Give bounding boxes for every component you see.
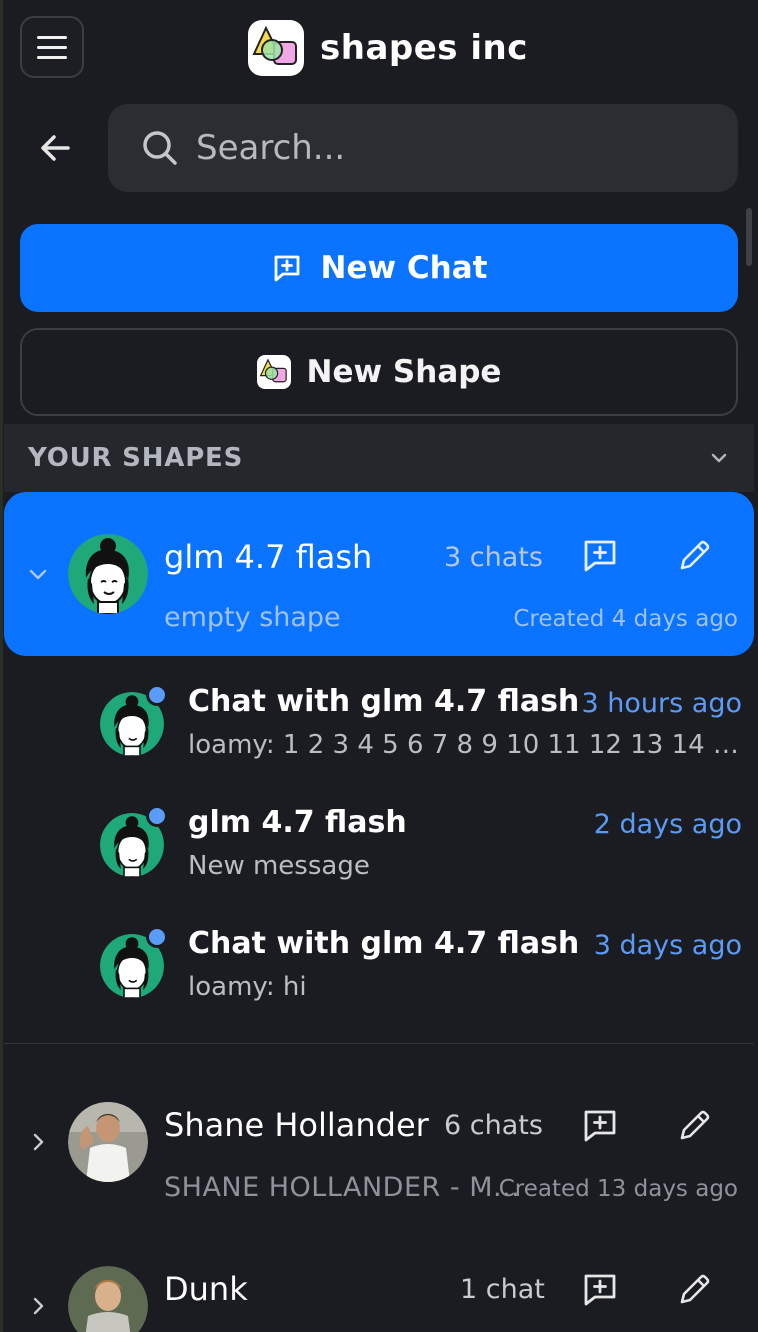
new-chat-button[interactable]: New Chat	[20, 224, 738, 312]
avatar	[68, 1266, 148, 1332]
shape-description: SHANE HOLLANDER - M...	[164, 1172, 521, 1203]
shapes-logo-icon	[256, 355, 291, 389]
chevron-down-icon[interactable]	[24, 560, 52, 588]
shape-row-glm-4-7-flash[interactable]: glm 4.7 flash 3 chats empty shape Create…	[4, 492, 754, 656]
search-bar[interactable]	[108, 104, 738, 192]
new-shape-label: New Shape	[306, 354, 502, 390]
chat-time: 3 hours ago	[581, 688, 742, 719]
unread-indicator	[146, 805, 168, 827]
pencil-icon[interactable]	[674, 1106, 714, 1146]
window-edge	[0, 0, 3, 1332]
new-shape-button[interactable]: New Shape	[20, 328, 738, 416]
pencil-icon[interactable]	[674, 1270, 714, 1310]
shape-name: glm 4.7 flash	[164, 538, 373, 576]
message-plus-icon	[274, 255, 299, 282]
chat-count: 3 chats	[444, 542, 543, 573]
back-button[interactable]	[34, 126, 78, 170]
shapes-logo-icon	[248, 20, 304, 76]
search-icon	[143, 131, 177, 165]
brand-name: shapes inc	[320, 28, 528, 68]
chat-title: glm 4.7 flash	[188, 805, 407, 840]
new-chat-label: New Chat	[320, 250, 488, 286]
message-plus-icon[interactable]	[580, 536, 620, 576]
section-title: YOUR SHAPES	[28, 443, 244, 473]
your-shapes-header[interactable]: YOUR SHAPES	[4, 424, 754, 492]
chat-count: 6 chats	[444, 1110, 543, 1141]
unread-indicator	[146, 684, 168, 706]
chat-preview: New message	[188, 851, 370, 881]
avatar	[68, 1102, 148, 1182]
menu-button[interactable]	[20, 16, 84, 78]
shape-name: Shane Hollander	[164, 1106, 429, 1144]
created-date: Created 4 days ago	[513, 606, 738, 632]
shape-description: empty shape	[164, 602, 341, 633]
chat-time: 3 days ago	[593, 930, 742, 961]
shape-row-dunk[interactable]: Dunk 1 chat	[4, 1226, 754, 1332]
chat-list-item[interactable]: Chat with glm 4.7 flash 3 days ago loamy…	[96, 918, 742, 1018]
chat-list-item[interactable]: Chat with glm 4.7 flash 3 hours ago loam…	[96, 676, 742, 776]
unread-indicator	[146, 926, 168, 948]
hamburger-menu-icon	[37, 35, 67, 39]
chat-time: 2 days ago	[593, 809, 742, 840]
app-page: shapes inc New Chat New Shape	[0, 0, 758, 1332]
chevron-down-icon	[711, 453, 727, 463]
chevron-right-icon[interactable]	[24, 1292, 52, 1320]
chat-title: Chat with glm 4.7 flash	[188, 684, 580, 719]
chat-title: Chat with glm 4.7 flash	[188, 926, 580, 961]
message-plus-icon[interactable]	[580, 1106, 620, 1146]
divider	[4, 1043, 754, 1044]
shape-row-shane-hollander[interactable]: Shane Hollander 6 chats SHANE HOLLANDER …	[4, 1062, 754, 1226]
arrow-left-icon	[41, 135, 70, 161]
scrollbar-thumb[interactable]	[746, 208, 752, 266]
pencil-icon[interactable]	[674, 536, 714, 576]
shape-name: Dunk	[164, 1270, 248, 1308]
avatar	[68, 534, 148, 614]
chevron-right-icon[interactable]	[24, 1128, 52, 1156]
chat-list-item[interactable]: glm 4.7 flash 2 days ago New message	[96, 797, 742, 897]
created-date: Created 13 days ago	[498, 1176, 738, 1202]
brand[interactable]: shapes inc	[248, 20, 528, 76]
search-input[interactable]	[196, 128, 696, 168]
chat-count: 1 chat	[460, 1274, 545, 1305]
chat-preview: loamy: hi	[188, 972, 307, 1002]
chat-preview: loamy: 1 2 3 4 5 6 7 8 9 10 11 12 13 14 …	[188, 730, 740, 760]
message-plus-icon[interactable]	[580, 1270, 620, 1310]
